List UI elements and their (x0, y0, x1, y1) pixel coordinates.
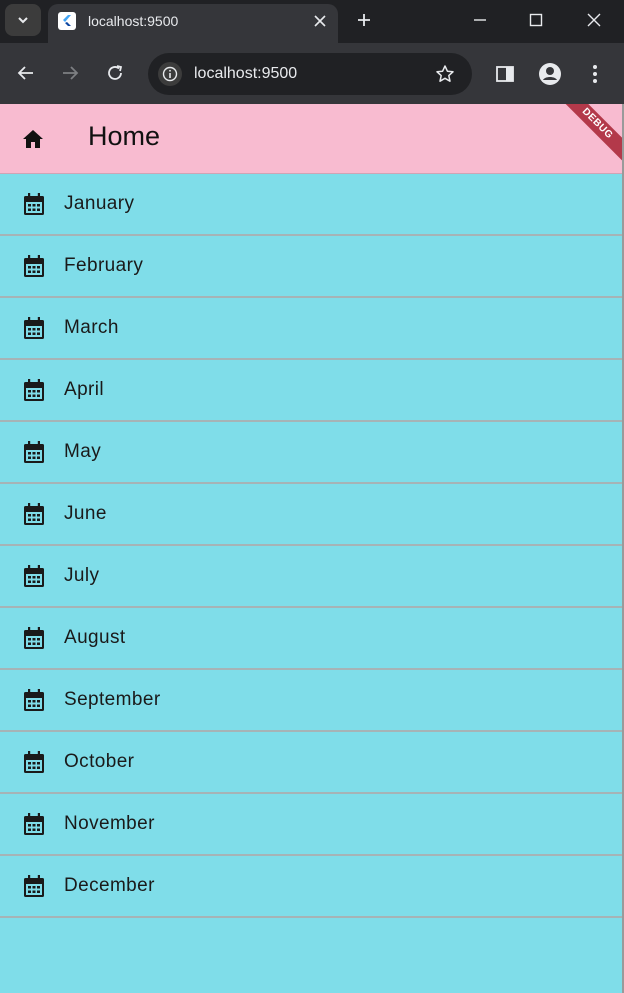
month-item-september[interactable]: September (0, 670, 622, 732)
month-label: September (64, 689, 161, 710)
side-panel-icon[interactable] (492, 61, 518, 87)
month-item-march[interactable]: March (0, 298, 622, 360)
reload-button[interactable] (102, 60, 128, 86)
calendar-icon (24, 441, 44, 463)
calendar-icon (24, 751, 44, 773)
month-label: March (64, 317, 119, 338)
home-icon[interactable] (21, 127, 45, 151)
month-item-november[interactable]: November (0, 794, 622, 856)
month-label: May (64, 441, 102, 462)
profile-avatar-icon[interactable] (537, 61, 563, 87)
month-label: July (64, 565, 100, 586)
browser-tab-strip: localhost:9500 (0, 0, 624, 43)
month-item-february[interactable]: February (0, 236, 622, 298)
minimize-button[interactable] (466, 8, 494, 32)
app-bar: Home DEBUG (0, 104, 624, 174)
forward-button[interactable] (57, 60, 83, 86)
month-item-june[interactable]: June (0, 484, 622, 546)
close-icon (587, 13, 601, 27)
calendar-icon (24, 689, 44, 711)
month-label: January (64, 193, 135, 214)
month-item-october[interactable]: October (0, 732, 622, 794)
month-label: February (64, 255, 144, 276)
tab-search-button[interactable] (5, 4, 41, 36)
calendar-icon (24, 627, 44, 649)
month-label: December (64, 875, 155, 896)
new-tab-button[interactable] (352, 8, 376, 32)
calendar-icon (24, 875, 44, 897)
month-label: August (64, 627, 126, 648)
bookmark-star-icon[interactable] (434, 63, 456, 85)
chevron-down-icon (18, 17, 28, 24)
maximize-icon (529, 13, 543, 27)
minimize-icon (474, 19, 486, 21)
browser-toolbar: localhost:9500 (0, 43, 624, 104)
browser-tab[interactable]: localhost:9500 (48, 4, 338, 43)
month-label: April (64, 379, 105, 400)
arrow-right-icon (63, 66, 79, 80)
month-list: January February March April May June Ju… (0, 174, 622, 918)
month-label: October (64, 751, 135, 772)
close-window-button[interactable] (580, 8, 608, 32)
maximize-button[interactable] (522, 8, 550, 32)
calendar-icon (24, 317, 44, 339)
month-item-april[interactable]: April (0, 360, 622, 422)
address-bar[interactable]: localhost:9500 (148, 53, 472, 95)
month-item-may[interactable]: May (0, 422, 622, 484)
month-item-december[interactable]: December (0, 856, 622, 918)
calendar-icon (24, 379, 44, 401)
month-item-july[interactable]: July (0, 546, 622, 608)
close-tab-icon[interactable] (310, 11, 330, 31)
calendar-icon (24, 503, 44, 525)
site-info-icon[interactable] (158, 62, 182, 86)
month-label: November (64, 813, 155, 834)
calendar-icon (24, 813, 44, 835)
month-label: June (64, 503, 107, 524)
menu-kebab-icon[interactable] (582, 61, 608, 87)
plus-icon (358, 14, 370, 26)
tab-title: localhost:9500 (88, 13, 179, 29)
calendar-icon (24, 565, 44, 587)
page-title: Home (88, 121, 161, 151)
back-button[interactable] (13, 60, 39, 86)
url-text: localhost:9500 (194, 65, 298, 82)
flutter-favicon-icon (58, 12, 76, 30)
arrow-left-icon (17, 66, 33, 80)
calendar-icon (24, 193, 44, 215)
debug-banner: DEBUG (552, 104, 624, 169)
month-item-august[interactable]: August (0, 608, 622, 670)
reload-icon (108, 65, 123, 80)
calendar-icon (24, 255, 44, 277)
month-item-january[interactable]: January (0, 174, 622, 236)
